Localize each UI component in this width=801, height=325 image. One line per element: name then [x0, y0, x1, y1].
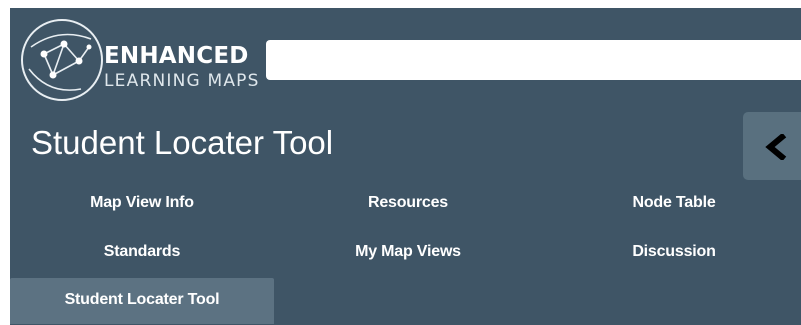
chevron-left-icon [765, 134, 787, 160]
tab-my-map-views[interactable]: My Map Views [276, 230, 540, 274]
tab-map-view-info[interactable]: Map View Info [10, 181, 274, 225]
logo-text-enhanced: ENHANCED [104, 43, 249, 69]
search-input[interactable] [266, 40, 801, 80]
page-frame: ENHANCED LEARNING MAPS Student Locater T… [0, 0, 801, 325]
logo[interactable]: ENHANCED LEARNING MAPS [19, 17, 258, 105]
tab-discussion[interactable]: Discussion [542, 230, 801, 274]
collapse-panel-button[interactable] [743, 112, 801, 180]
tab-resources[interactable]: Resources [276, 181, 540, 225]
tab-student-locater-tool[interactable]: Student Locater Tool [10, 278, 274, 324]
tab-node-table[interactable]: Node Table [542, 181, 801, 225]
page-title: Student Locater Tool [31, 124, 334, 161]
sidebar-panel: ENHANCED LEARNING MAPS Student Locater T… [10, 8, 801, 325]
logo-text-learning-maps: LEARNING MAPS [104, 71, 260, 91]
network-constellation-logo-icon [21, 19, 103, 101]
tab-standards[interactable]: Standards [10, 230, 274, 274]
